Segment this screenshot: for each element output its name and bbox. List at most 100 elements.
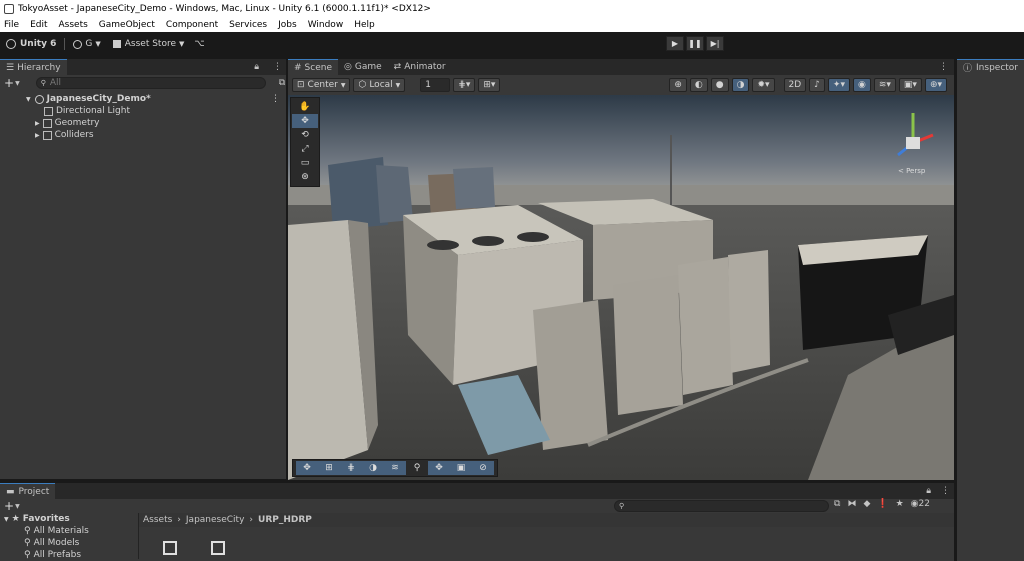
- menu-services[interactable]: Services: [229, 20, 267, 30]
- hierarchy-item-colliders[interactable]: ▶ Colliders: [0, 129, 286, 141]
- lock-icon[interactable]: 🔒︎: [926, 486, 931, 496]
- play-button[interactable]: ▶: [666, 36, 684, 51]
- add-icon[interactable]: +: [4, 499, 14, 513]
- expand-arrow-icon[interactable]: ▶: [35, 120, 40, 127]
- project-search-input[interactable]: ⚲: [614, 500, 829, 512]
- asset-store-button[interactable]: Asset Store ▼: [112, 39, 184, 49]
- pause-button[interactable]: ❚❚: [686, 36, 704, 51]
- rect-icon: ▭: [300, 158, 310, 168]
- account-button[interactable]: G ▼: [73, 39, 101, 49]
- menu-help[interactable]: Help: [354, 20, 375, 30]
- shopping-bag-icon: [112, 40, 121, 48]
- breadcrumb-japanesecity[interactable]: JapaneseCity: [186, 515, 245, 525]
- grid-snapping-dropdown[interactable]: ⋕▾: [453, 78, 476, 92]
- tab-hierarchy[interactable]: ☰ Hierarchy: [0, 59, 67, 75]
- unity-version-button[interactable]: Unity 6: [6, 39, 56, 49]
- lock-icon[interactable]: 🔒︎: [254, 62, 259, 72]
- shaded-button[interactable]: ●: [710, 78, 729, 92]
- hierarchy-item-directional-light[interactable]: Directional Light: [0, 105, 286, 117]
- menu-window[interactable]: Window: [308, 20, 344, 30]
- tab-scene[interactable]: # Scene: [288, 59, 338, 75]
- increment-snapping-dropdown[interactable]: ⊞▾: [478, 78, 501, 92]
- warning-icon[interactable]: ❗: [877, 499, 888, 509]
- tab-inspector[interactable]: ⓘ Inspector: [957, 59, 1024, 75]
- menu-edit[interactable]: Edit: [30, 20, 47, 30]
- breadcrumb-assets[interactable]: Assets: [143, 515, 172, 525]
- overlay-search-button[interactable]: ⚲: [406, 461, 428, 475]
- more-options-icon[interactable]: ⋮: [941, 486, 950, 496]
- scene-visibility-icon[interactable]: ⧉: [279, 78, 285, 88]
- menu-file[interactable]: File: [4, 20, 19, 30]
- menu-gameobject[interactable]: GameObject: [99, 20, 155, 30]
- pivot-center-dropdown[interactable]: ⊡ Center ▼: [292, 78, 351, 92]
- grid-size-input[interactable]: 1: [420, 78, 451, 92]
- menu-bar: File Edit Assets GameObject Component Se…: [0, 17, 1024, 32]
- overlay-snap-button[interactable]: ⊞: [318, 461, 340, 475]
- audio-toggle[interactable]: ♪: [809, 78, 825, 92]
- layers-dropdown[interactable]: ≋▾: [873, 78, 896, 92]
- shaded-wire-button[interactable]: ◐: [689, 78, 708, 92]
- shading-icon: ◑: [369, 463, 377, 473]
- overlay-camera-button[interactable]: ▣: [450, 461, 472, 475]
- move-tool-button[interactable]: ✥: [292, 114, 318, 128]
- effects-dropdown[interactable]: ✦▾: [827, 78, 850, 92]
- asset-store-label: Asset Store: [124, 39, 176, 49]
- menu-component[interactable]: Component: [166, 20, 218, 30]
- tab-animator[interactable]: ⇄ Animator: [388, 59, 452, 75]
- unity-logo-icon: [6, 39, 16, 49]
- more-options-icon[interactable]: ⋮: [271, 94, 280, 104]
- chevron-down-icon[interactable]: ▼: [15, 503, 20, 510]
- prefab-asset-icon[interactable]: [163, 541, 177, 555]
- view-tool-button[interactable]: ✋: [292, 100, 318, 114]
- prefab-asset-icon[interactable]: [211, 541, 225, 555]
- transform-tool-button[interactable]: ⊛: [292, 170, 318, 184]
- scene-viewport[interactable]: < Persp ✋ ✥ ⟲ ⤢ ▭ ⊛ ✥ ⊞ ⋕ ◑ ≋ ⚲ ✥ ▣ ⊘: [288, 95, 954, 480]
- hierarchy-item-geometry[interactable]: ▶ Geometry: [0, 117, 286, 129]
- expand-arrow-icon[interactable]: ▼: [4, 516, 9, 523]
- breadcrumb-urp-hdrp[interactable]: URP_HDRP: [258, 515, 312, 525]
- version-control-icon[interactable]: ⌥: [194, 39, 204, 49]
- persp-label[interactable]: < Persp: [898, 167, 926, 175]
- overlay-grid-button[interactable]: ⋕: [340, 461, 362, 475]
- menu-assets[interactable]: Assets: [59, 20, 88, 30]
- rotate-tool-button[interactable]: ⟲: [292, 128, 318, 142]
- scale-tool-button[interactable]: ⤢: [292, 142, 318, 156]
- more-options-icon[interactable]: ⋮: [273, 62, 282, 72]
- favorite-star-icon[interactable]: ★: [896, 499, 904, 509]
- filter-type-icon[interactable]: ⧓: [847, 499, 856, 509]
- hidden-count-badge[interactable]: ◉22: [911, 499, 930, 509]
- rect-tool-button[interactable]: ▭: [292, 156, 318, 170]
- overlay-shading-button[interactable]: ◑: [362, 461, 384, 475]
- save-search-icon[interactable]: ⧉: [834, 499, 840, 509]
- overlay-compass-button[interactable]: ⊘: [472, 461, 494, 475]
- 2d-toggle[interactable]: 2D: [783, 78, 807, 92]
- globe-icon: ⊕: [674, 80, 682, 90]
- chevron-down-icon[interactable]: ▼: [15, 80, 20, 87]
- scene-name: JapaneseCity_Demo*: [46, 94, 151, 104]
- favorite-all-prefabs[interactable]: ⚲ All Prefabs: [4, 549, 138, 561]
- expand-arrow-icon[interactable]: ▶: [35, 132, 40, 139]
- favorite-all-materials[interactable]: ⚲ All Materials: [4, 525, 138, 537]
- space-local-dropdown[interactable]: ⬡ Local ▼: [353, 78, 406, 92]
- more-options-icon[interactable]: ⋮: [939, 62, 948, 72]
- hierarchy-search-input[interactable]: ⚲ All: [35, 77, 266, 89]
- menu-jobs[interactable]: Jobs: [278, 20, 297, 30]
- tab-game[interactable]: ◎ Game: [338, 59, 388, 75]
- favorites-header[interactable]: ▼ ★ Favorites: [4, 513, 138, 525]
- global-view-button[interactable]: ⊕: [669, 78, 687, 92]
- lighting-dropdown[interactable]: ✹▾: [752, 78, 775, 92]
- add-icon[interactable]: +: [4, 76, 14, 90]
- filter-label-icon[interactable]: ◆: [863, 499, 870, 509]
- overlay-pivot-button[interactable]: ✥: [428, 461, 450, 475]
- unlit-button[interactable]: ◑: [731, 78, 750, 92]
- expand-arrow-icon[interactable]: ▼: [26, 96, 31, 103]
- scene-root-row[interactable]: ▼ JapaneseCity_Demo* ⋮: [0, 93, 286, 105]
- visibility-toggle[interactable]: ◉: [852, 78, 871, 92]
- step-button[interactable]: ▶|: [706, 36, 724, 51]
- gizmos-dropdown[interactable]: ⊕▾: [924, 78, 947, 92]
- overlay-layers-button[interactable]: ≋: [384, 461, 406, 475]
- tab-project[interactable]: ▬ Project: [0, 483, 56, 499]
- camera-dropdown[interactable]: ▣▾: [898, 78, 922, 92]
- favorite-all-models[interactable]: ⚲ All Models: [4, 537, 138, 549]
- overlay-move-button[interactable]: ✥: [296, 461, 318, 475]
